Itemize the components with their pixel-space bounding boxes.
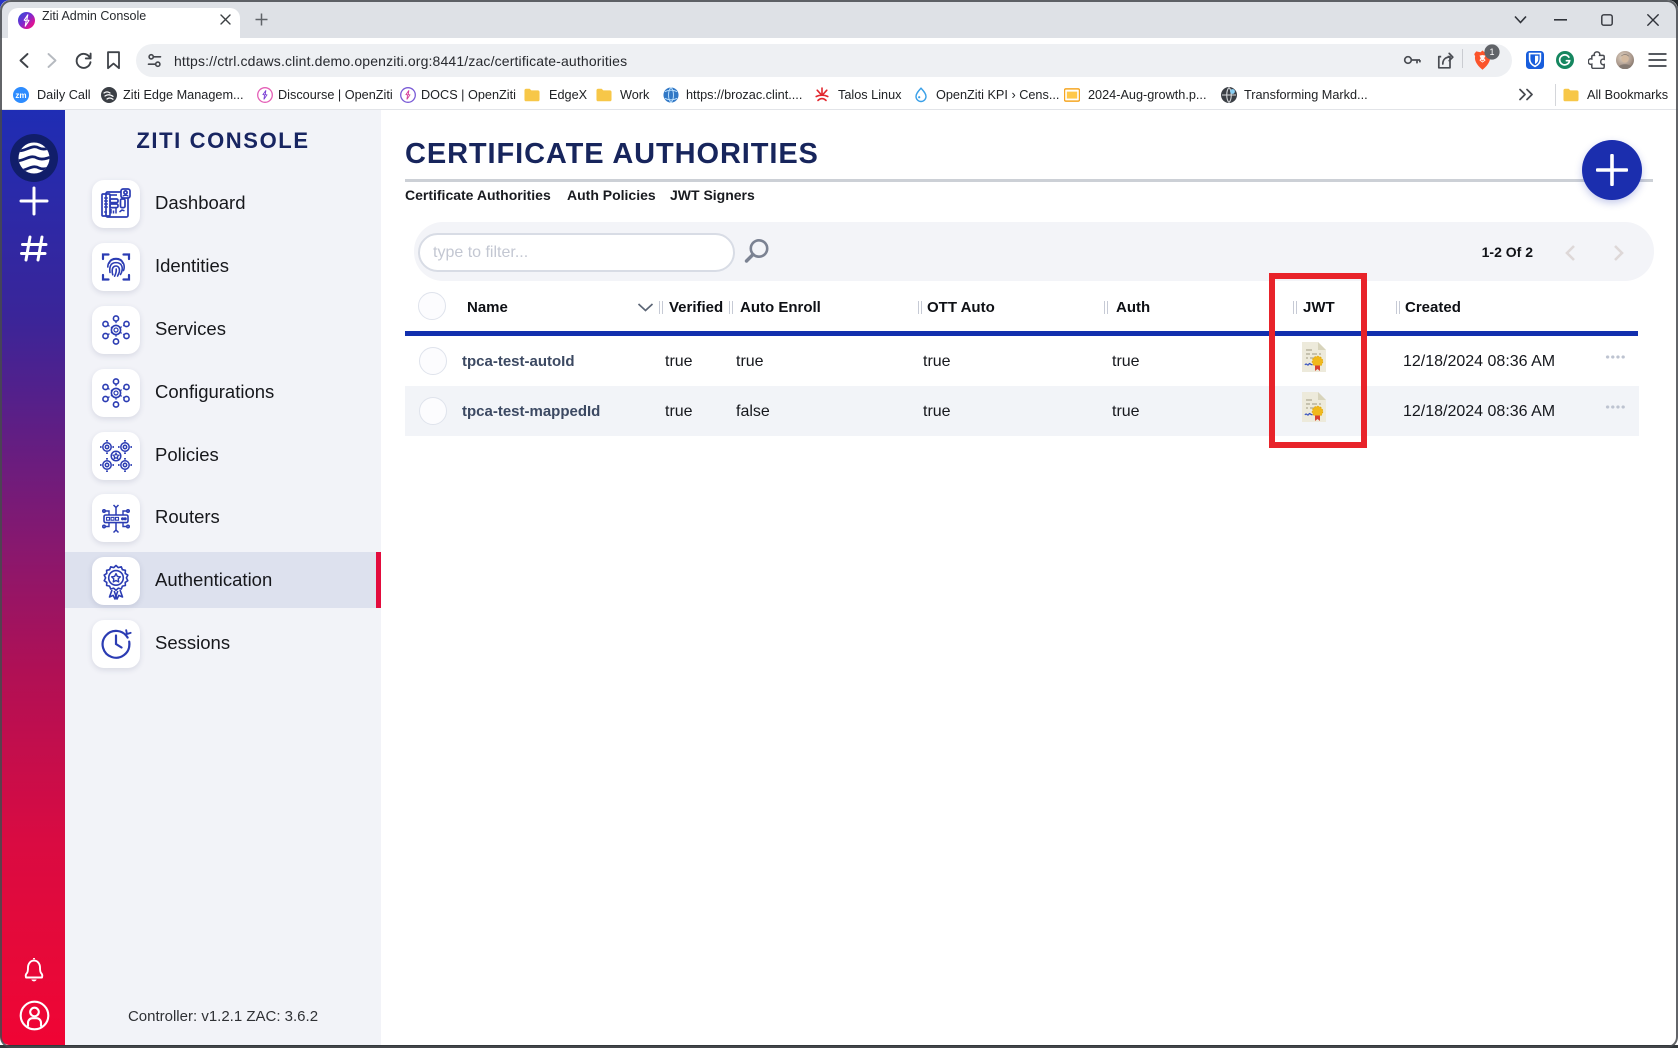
- svg-text:1: 1: [1489, 47, 1494, 57]
- svg-text:zm: zm: [15, 91, 26, 100]
